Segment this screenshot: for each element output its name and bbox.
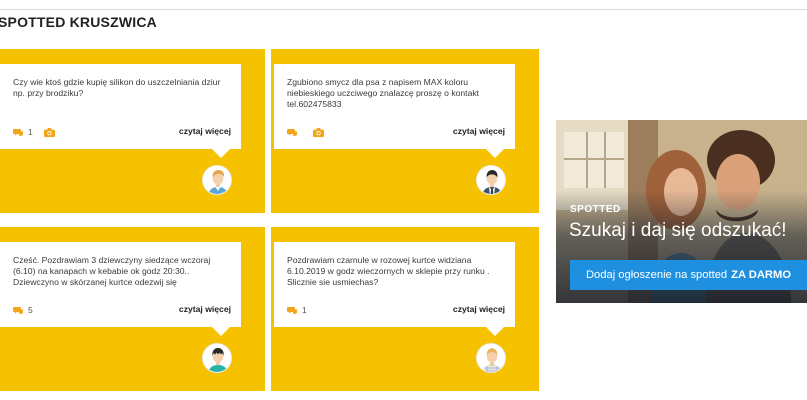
camera-icon — [43, 127, 55, 137]
post-meta: 1 — [287, 304, 307, 316]
post-meta: 1 — [13, 126, 55, 138]
comments-icon — [13, 128, 23, 137]
businessman-avatar — [476, 165, 506, 195]
comments-icon — [13, 306, 23, 315]
ad-kicker: SPOTTED — [570, 204, 621, 215]
post-text: Cześć. Pozdrawiam 3 dziewczyny siedzące … — [13, 255, 211, 288]
comments-count: 1 — [302, 305, 307, 315]
post-meta — [287, 126, 324, 138]
section-title: SPOTTED KRUSZWICA — [0, 14, 157, 30]
read-more-link[interactable]: czytaj więcej — [179, 304, 231, 314]
post-card[interactable]: Czy wie ktoś gdzie kupię silikon do uszc… — [0, 49, 265, 213]
teal-shirt-avatar — [202, 343, 232, 373]
post-card[interactable]: Pozdrawiam czarnule w rozowej kurtce wid… — [271, 227, 539, 391]
blond-man-avatar — [476, 343, 506, 373]
ad-cta-label: Dodaj ogłoszenie na spotted — [585, 269, 728, 281]
spotted-ad-banner[interactable]: SPOTTED Szukaj i daj się odszukać! Dodaj… — [556, 120, 807, 303]
camera-icon — [313, 127, 324, 137]
post-text: Pozdrawiam czarnule w rozowej kurtce wid… — [287, 255, 490, 288]
comments-count: 1 — [28, 127, 33, 137]
comments-icon — [287, 128, 297, 137]
comments-count: 5 — [28, 305, 33, 315]
post-text: Czy wie ktoś gdzie kupię silikon do uszc… — [13, 77, 221, 99]
young-man-avatar — [202, 165, 232, 195]
post-bubble: Cześć. Pozdrawiam 3 dziewczyny siedzące … — [0, 242, 241, 336]
ad-headline: Szukaj i daj się odszukać! — [569, 220, 787, 241]
post-bubble: Zgubiono smycz dla psa z napisem MAX kol… — [274, 64, 515, 158]
read-more-link[interactable]: czytaj więcej — [179, 126, 231, 136]
ad-cta-strong: ZA DARMO — [731, 269, 792, 281]
post-card[interactable]: Cześć. Pozdrawiam 3 dziewczyny siedzące … — [0, 227, 265, 391]
post-text: Zgubiono smycz dla psa z napisem MAX kol… — [287, 77, 480, 110]
top-divider — [0, 9, 807, 10]
post-bubble: Czy wie ktoś gdzie kupię silikon do uszc… — [0, 64, 241, 158]
post-bubble: Pozdrawiam czarnule w rozowej kurtce wid… — [274, 242, 515, 336]
add-listing-button[interactable]: Dodaj ogłoszenie na spotted ZA DARMO — [570, 260, 807, 290]
read-more-link[interactable]: czytaj więcej — [453, 126, 505, 136]
post-meta: 5 — [13, 304, 33, 316]
read-more-link[interactable]: czytaj więcej — [453, 304, 505, 314]
post-card[interactable]: Zgubiono smycz dla psa z napisem MAX kol… — [271, 49, 539, 213]
comments-icon — [287, 306, 297, 315]
